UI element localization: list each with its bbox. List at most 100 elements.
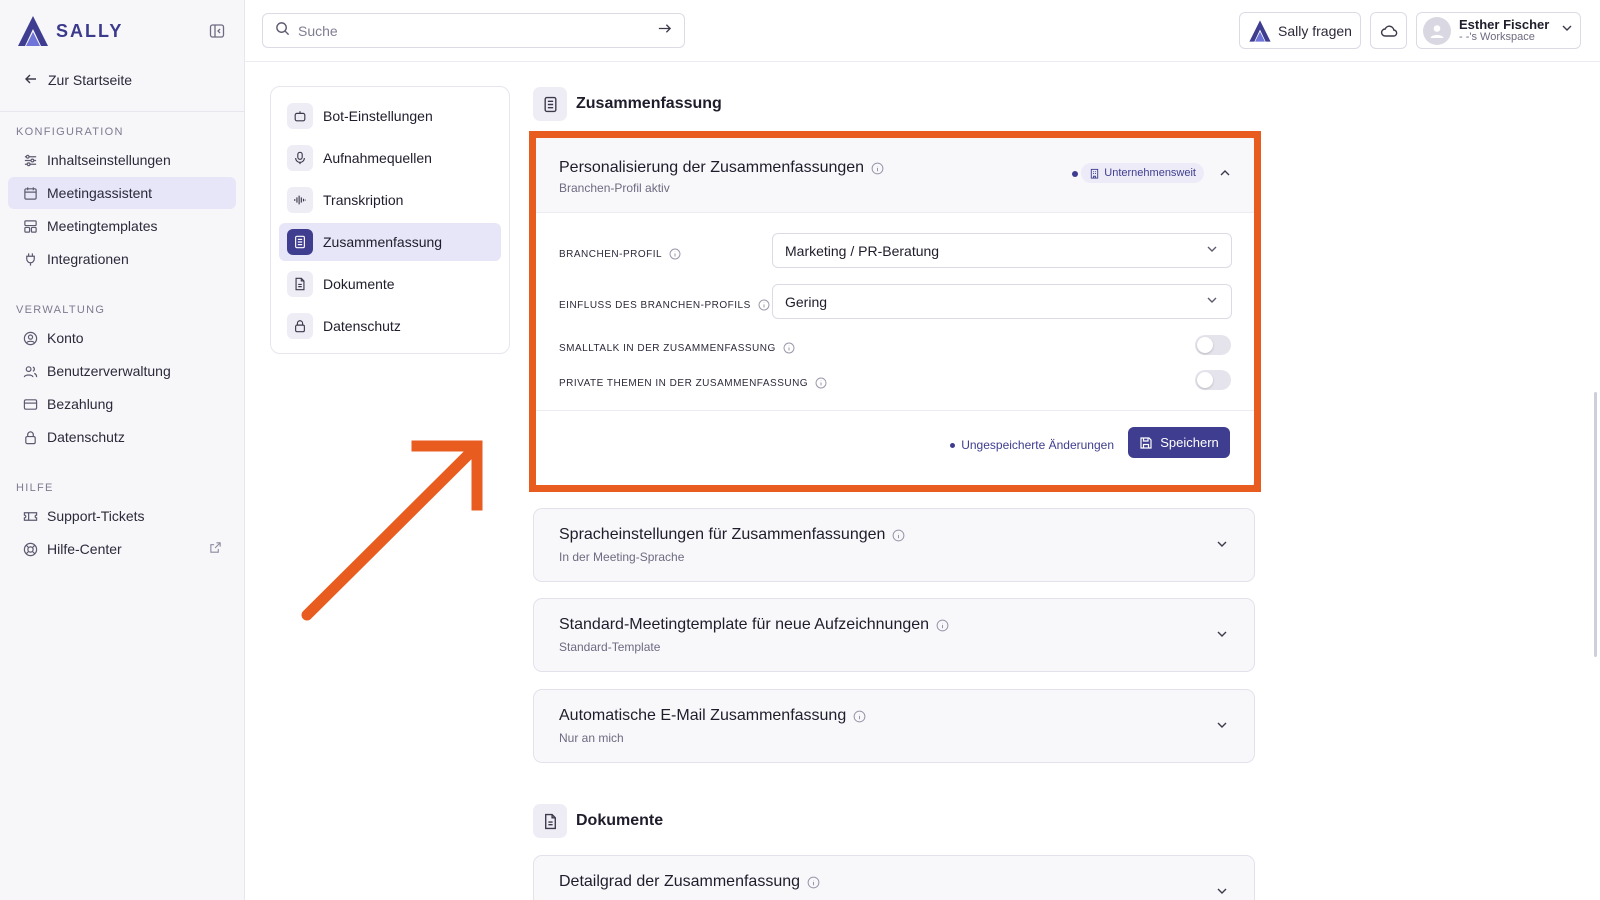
- sidebar-item-label: Support-Tickets: [47, 508, 145, 524]
- settings-nav-dokumente[interactable]: Dokumente: [279, 265, 501, 303]
- bot-icon: [287, 103, 313, 129]
- collapse-sidebar-icon[interactable]: [206, 20, 228, 42]
- cloud-icon: [1380, 25, 1397, 37]
- card-title: Automatische E-Mail Zusammenfassung: [559, 707, 847, 724]
- card-subtitle: Nur an mich: [559, 731, 624, 745]
- user-menu-button[interactable]: Esther Fischer - -'s Workspace: [1416, 12, 1581, 49]
- chevron-down-icon[interactable]: [1215, 718, 1229, 737]
- back-link-label: Zur Startseite: [48, 72, 133, 88]
- search-icon: [275, 21, 290, 41]
- info-icon[interactable]: [853, 710, 866, 723]
- workspace-name: - -'s Workspace: [1459, 30, 1535, 43]
- settings-nav-label: Bot-Einstellungen: [323, 108, 433, 124]
- scrollbar[interactable]: [1594, 392, 1597, 657]
- sidebar-item-inhaltseinstellungen[interactable]: Inhaltseinstellungen: [8, 144, 236, 176]
- settings-nav-zusammenfassung[interactable]: Zusammenfassung: [279, 223, 501, 261]
- detail-level-card[interactable]: Detailgrad der Zusammenfassung: [533, 855, 1255, 900]
- lock-icon: [287, 313, 313, 339]
- microphone-icon: [287, 145, 313, 171]
- user-circle-icon: [22, 330, 38, 346]
- sidebar-item-label: Konto: [47, 330, 84, 346]
- document-icon: [287, 271, 313, 297]
- card-subtitle: In der Meeting-Sprache: [559, 550, 685, 564]
- sidebar-item-label: Inhaltseinstellungen: [47, 152, 171, 168]
- settings-nav-datenschutz[interactable]: Datenschutz: [279, 307, 501, 345]
- card-title: Spracheinstellungen für Zusammenfassunge…: [559, 526, 886, 543]
- settings-nav-transkription[interactable]: Transkription: [279, 181, 501, 219]
- sally-logo-icon: [18, 16, 48, 46]
- chevron-down-icon[interactable]: [1215, 537, 1229, 556]
- users-icon: [22, 363, 38, 379]
- section-heading-dokumente: Dokumente: [533, 804, 663, 838]
- calendar-icon: [22, 185, 38, 201]
- section-title-verwaltung: VERWALTUNG: [16, 304, 106, 316]
- settings-nav: Bot-Einstellungen Aufnahmequellen Transk…: [270, 86, 510, 354]
- chevron-down-icon: [1560, 21, 1574, 40]
- summary-icon: [533, 87, 567, 121]
- sidebar-item-integrationen[interactable]: Integrationen: [8, 243, 236, 275]
- lifebuoy-icon: [22, 541, 38, 557]
- user-name: Esther Fischer: [1459, 16, 1550, 32]
- settings-nav-label: Datenschutz: [323, 318, 401, 334]
- sidebar-item-datenschutz[interactable]: Datenschutz: [8, 421, 236, 453]
- cloud-button[interactable]: [1370, 12, 1407, 49]
- settings-nav-label: Aufnahmequellen: [323, 150, 432, 166]
- language-settings-card[interactable]: Spracheinstellungen für Zusammenfassunge…: [533, 508, 1255, 582]
- external-link-icon: [209, 541, 222, 557]
- card-title-row: Detailgrad der Zusammenfassung: [559, 873, 820, 891]
- section-title-konfiguration: KONFIGURATION: [16, 126, 124, 138]
- search-bar[interactable]: [262, 13, 685, 48]
- arrow-left-icon: [24, 72, 38, 89]
- sidebar-item-label: Meetingassistent: [47, 185, 153, 201]
- settings-nav-label: Transkription: [323, 192, 404, 208]
- topbar: Sally fragen Esther Fischer - -'s Worksp…: [245, 0, 1600, 62]
- plug-icon: [22, 251, 38, 267]
- sidebar-item-label: Datenschutz: [47, 429, 125, 445]
- section-title-hilfe: HILFE: [16, 482, 54, 494]
- card-title: Standard-Meetingtemplate für neue Aufzei…: [559, 616, 930, 633]
- chevron-down-icon[interactable]: [1215, 884, 1229, 900]
- summary-icon: [287, 229, 313, 255]
- sidebar-item-meetingtemplates[interactable]: Meetingtemplates: [8, 210, 236, 242]
- card-title-row: Spracheinstellungen für Zusammenfassunge…: [559, 526, 905, 544]
- back-to-home-link[interactable]: Zur Startseite: [0, 64, 244, 96]
- sidebar-item-meetingassistent[interactable]: Meetingassistent: [8, 177, 236, 209]
- email-summary-card[interactable]: Automatische E-Mail Zusammenfassung Nur …: [533, 689, 1255, 763]
- chevron-down-icon[interactable]: [1215, 627, 1229, 646]
- settings-nav-aufnahmequellen[interactable]: Aufnahmequellen: [279, 139, 501, 177]
- logo-row: SALLY: [0, 0, 244, 62]
- sidebar-item-support-tickets[interactable]: Support-Tickets: [8, 500, 236, 532]
- ask-sally-button[interactable]: Sally fragen: [1239, 12, 1361, 49]
- card-subtitle: Standard-Template: [559, 640, 661, 654]
- credit-card-icon: [22, 396, 38, 412]
- template-icon: [22, 218, 38, 234]
- search-input[interactable]: [298, 22, 657, 39]
- arrow-right-icon[interactable]: [657, 21, 672, 41]
- sliders-icon: [22, 152, 38, 168]
- sally-logo-icon: [1249, 19, 1271, 42]
- waveform-icon: [287, 187, 313, 213]
- settings-nav-bot-einstellungen[interactable]: Bot-Einstellungen: [279, 97, 501, 135]
- info-icon[interactable]: [892, 529, 905, 542]
- card-title: Detailgrad der Zusammenfassung: [559, 873, 801, 890]
- info-icon[interactable]: [807, 876, 820, 889]
- sidebar-item-hilfe-center[interactable]: Hilfe-Center: [8, 533, 236, 565]
- user-icon: [1430, 24, 1444, 38]
- sidebar-item-label: Bezahlung: [47, 396, 114, 412]
- section-heading-zusammenfassung: Zusammenfassung: [533, 87, 722, 121]
- lock-icon: [22, 429, 38, 445]
- sidebar-item-label: Benutzerverwaltung: [47, 363, 171, 379]
- user-info: Esther Fischer - -'s Workspace: [1459, 18, 1549, 43]
- sidebar-item-bezahlung[interactable]: Bezahlung: [8, 388, 236, 420]
- annotation-highlight-box: [529, 131, 1261, 492]
- sidebar-item-label: Meetingtemplates: [47, 218, 158, 234]
- sidebar-item-benutzerverwaltung[interactable]: Benutzerverwaltung: [8, 355, 236, 387]
- document-icon: [533, 804, 567, 838]
- sidebar-item-label: Hilfe-Center: [47, 541, 122, 557]
- card-title-row: Standard-Meetingtemplate für neue Aufzei…: [559, 616, 949, 634]
- sidebar-divider: [0, 111, 244, 112]
- info-icon[interactable]: [936, 619, 949, 632]
- settings-nav-label: Dokumente: [323, 276, 395, 292]
- default-template-card[interactable]: Standard-Meetingtemplate für neue Aufzei…: [533, 598, 1255, 672]
- sidebar-item-konto[interactable]: Konto: [8, 322, 236, 354]
